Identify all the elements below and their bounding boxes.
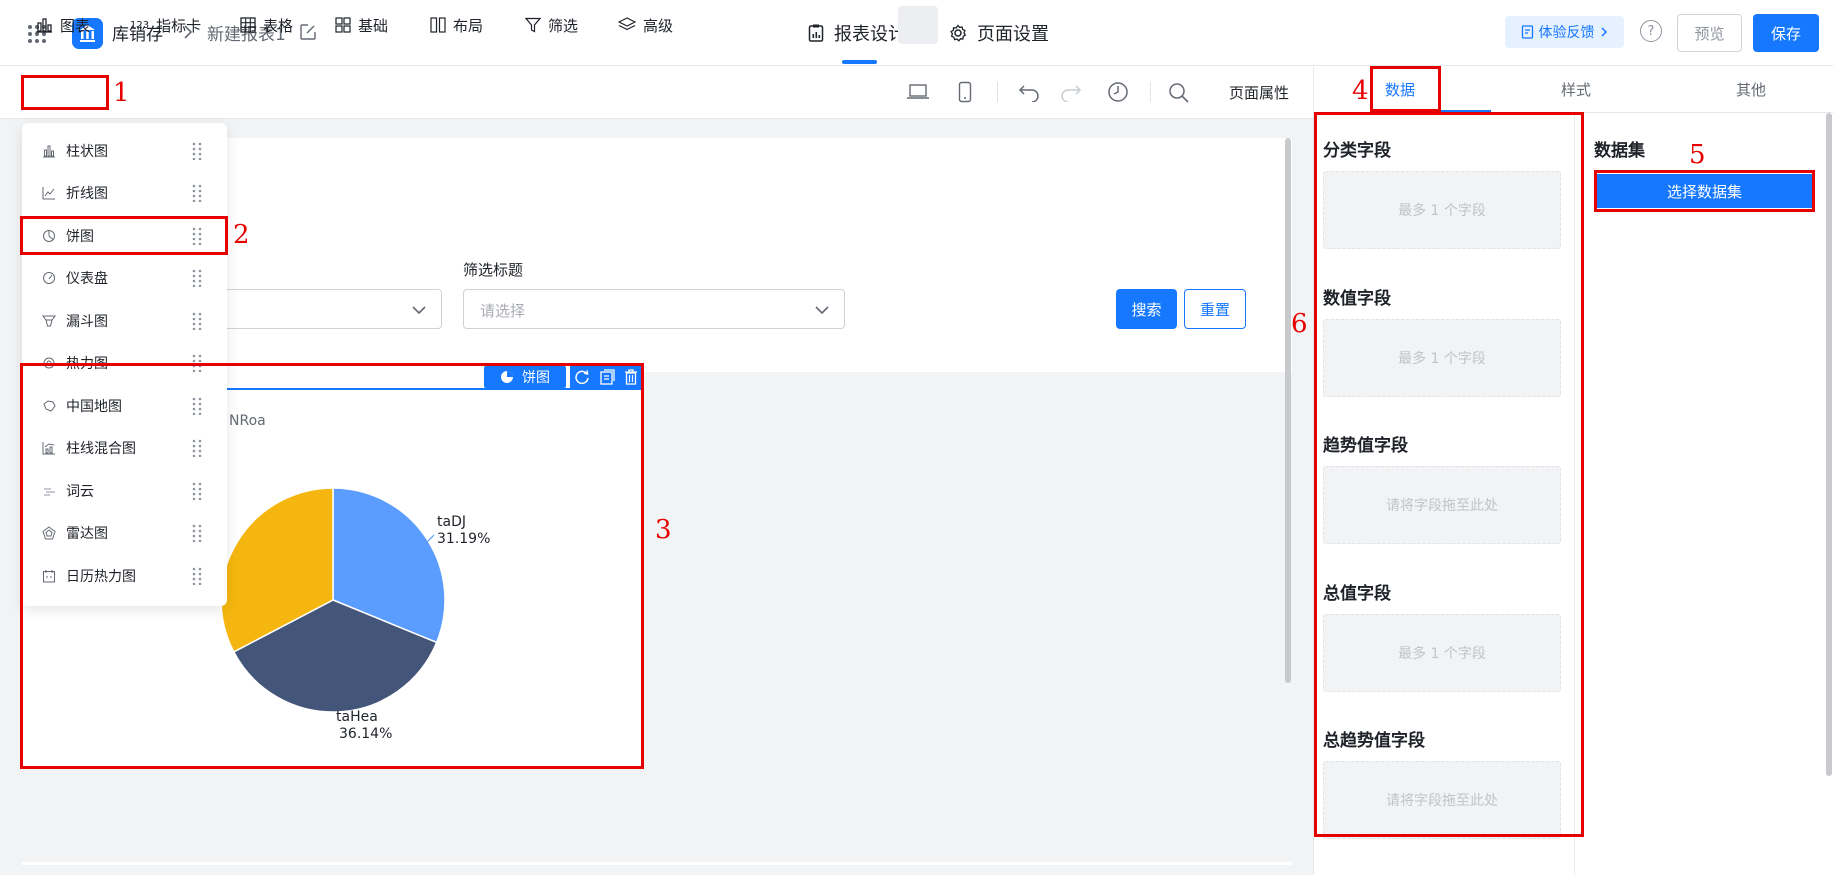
basic-components-icon: [335, 17, 351, 33]
annotation-box-6: [1314, 112, 1584, 837]
reset-button[interactable]: 重置: [1184, 289, 1246, 329]
toolbar-advanced[interactable]: 高级: [618, 12, 673, 38]
tab-other[interactable]: 其他: [1736, 79, 1766, 100]
layout-icon: [430, 17, 446, 33]
annotation-box-1: [21, 75, 109, 110]
toolbar-chart[interactable]: 图表: [35, 12, 90, 38]
filter-title: 筛选标题: [463, 261, 524, 279]
report-design-icon: [808, 24, 824, 42]
funnel-icon: [42, 314, 56, 328]
dataset-title: 数据集: [1594, 141, 1645, 161]
annotation-number-5: 5: [1689, 140, 1706, 170]
laptop-icon: [907, 84, 929, 99]
tab-report-design-label: 报表设计: [834, 24, 906, 45]
bar-chart-icon: [36, 18, 52, 33]
toolbar-divider: [997, 82, 998, 102]
history-icon[interactable]: [1107, 81, 1129, 103]
line-chart-icon: [42, 186, 56, 200]
toolbar-layout[interactable]: 布局: [430, 12, 483, 38]
tab-page-settings-label: 页面设置: [977, 24, 1049, 45]
toolbar-basic[interactable]: 基础: [335, 12, 388, 38]
menu-item-funnel[interactable]: 漏斗图: [42, 308, 222, 334]
menu-item-label: 折线图: [66, 186, 108, 202]
chevron-right-icon: [1600, 27, 1607, 37]
menu-item-label: 柱状图: [66, 144, 108, 160]
panel-scrollbar[interactable]: [1826, 113, 1832, 776]
annotation-box-5: [1594, 170, 1815, 212]
feedback-button[interactable]: 体验反馈: [1505, 16, 1624, 48]
drag-handle-icon[interactable]: [192, 269, 202, 287]
toolbar-basic-label: 基础: [358, 16, 389, 35]
annotation-number-6: 6: [1291, 309, 1308, 339]
annotation-number-3: 3: [655, 515, 672, 545]
annotation-box-2: [20, 216, 228, 255]
toolbar-filter[interactable]: 筛选: [525, 12, 578, 38]
layers-icon: [618, 17, 636, 31]
tab-style[interactable]: 样式: [1561, 79, 1591, 100]
filter-icon: [525, 17, 541, 33]
table-icon: [240, 17, 256, 33]
desktop-view-button[interactable]: [898, 6, 938, 44]
chevron-down-icon: [815, 306, 829, 315]
annotation-number-2: 2: [233, 220, 250, 250]
canvas-scrollbar[interactable]: [1285, 138, 1291, 683]
filter-select-2[interactable]: 请选择: [463, 289, 845, 329]
drag-handle-icon[interactable]: [192, 184, 202, 202]
menu-item-label: 漏斗图: [66, 314, 108, 330]
number-card-icon: 123: [130, 19, 150, 31]
toolbar-layout-label: 布局: [453, 16, 484, 35]
active-tab-indicator: [842, 60, 877, 64]
redo-icon[interactable]: [1060, 82, 1082, 102]
gauge-icon: [42, 271, 56, 285]
drag-handle-icon[interactable]: [192, 142, 202, 160]
menu-item-gauge[interactable]: 仪表盘: [42, 265, 222, 291]
preview-button[interactable]: 预览: [1677, 14, 1742, 52]
save-button[interactable]: 保存: [1753, 14, 1819, 52]
select-placeholder: 请选择: [480, 302, 526, 320]
toolbar-divider: [1150, 82, 1151, 102]
feedback-icon: [1521, 25, 1533, 39]
menu-item-line-chart[interactable]: 折线图: [42, 180, 222, 206]
undo-icon[interactable]: [1018, 82, 1040, 102]
gear-icon: [950, 24, 967, 42]
chevron-down-icon: [412, 306, 426, 315]
help-icon[interactable]: ?: [1640, 20, 1662, 42]
search-icon[interactable]: [1168, 82, 1190, 104]
tab-page-settings[interactable]: 页面设置: [949, 20, 1049, 46]
toolbar-advanced-label: 高级: [643, 16, 674, 35]
menu-item-label: 仪表盘: [66, 271, 108, 287]
toolbar-filter-label: 筛选: [548, 16, 579, 35]
annotation-number-4: 4: [1352, 76, 1369, 106]
toolbar-table[interactable]: 表格: [240, 12, 293, 38]
annotation-box-4: [1370, 66, 1441, 112]
toolbar-number-card[interactable]: 123 指标卡: [130, 12, 201, 38]
page-properties-button[interactable]: 页面属性: [1229, 82, 1289, 103]
feedback-label: 体验反馈: [1538, 25, 1595, 41]
bar-chart-icon: [42, 144, 56, 158]
drag-handle-icon[interactable]: [192, 312, 202, 330]
toolbar-table-label: 表格: [263, 16, 294, 35]
menu-item-bar-chart[interactable]: 柱状图: [42, 138, 222, 164]
search-button[interactable]: 搜索: [1116, 289, 1177, 329]
toolbar-number-card-label: 指标卡: [156, 16, 202, 35]
annotation-box-3: [20, 363, 644, 769]
edit-icon[interactable]: [299, 23, 317, 41]
mobile-view-icon[interactable]: [958, 81, 972, 103]
annotation-number-1: 1: [113, 78, 130, 108]
toolbar-chart-label: 图表: [60, 16, 91, 35]
tab-report-design[interactable]: 报表设计: [808, 20, 906, 46]
